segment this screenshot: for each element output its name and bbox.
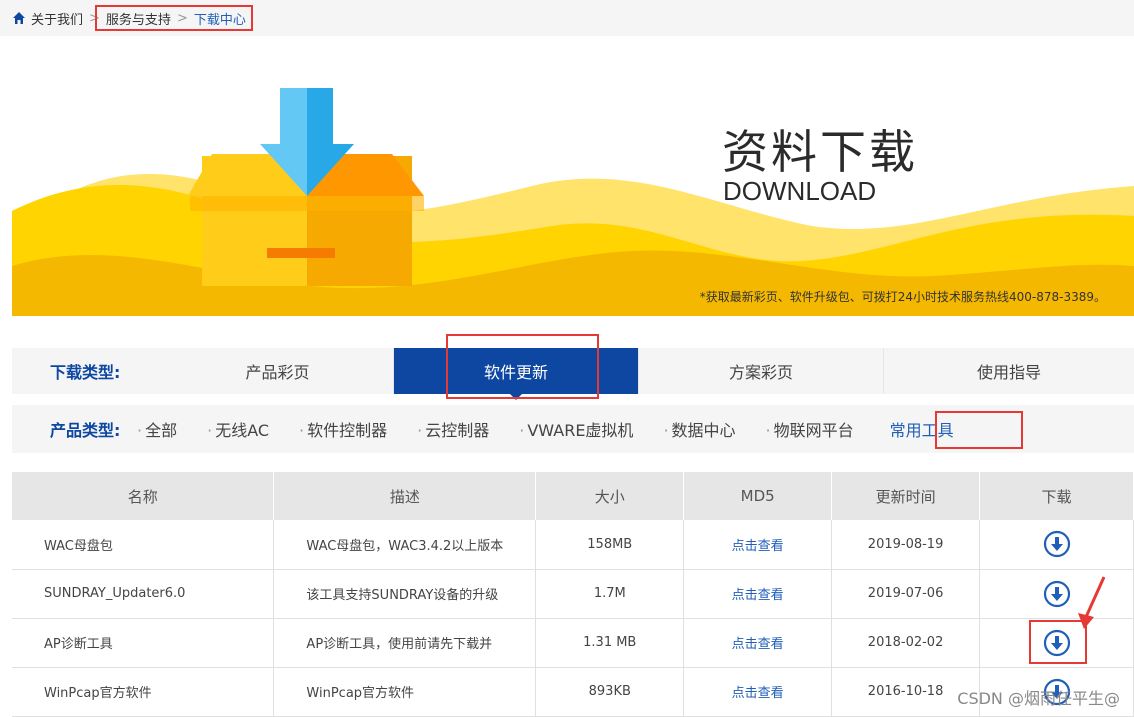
row-name: AP诊断工具 xyxy=(12,618,275,668)
table-row: WAC母盘包 WAC母盘包，WAC3.4.2以上版本 158MB 点击查看 20… xyxy=(12,520,1134,570)
download-type-label: 下载类型: xyxy=(50,363,121,382)
filter-data-center[interactable]: · 数据中心 xyxy=(663,417,735,441)
md5-link[interactable]: 点击查看 xyxy=(683,667,833,717)
highlight-box xyxy=(446,334,599,399)
filter-wireless-ac[interactable]: · 无线AC xyxy=(207,417,269,441)
tab-product-brochure[interactable]: 产品彩页 xyxy=(162,348,394,394)
filter-all[interactable]: · 全部 xyxy=(137,417,177,441)
breadcrumb: 关于我们 > 服务与支持 > 下载中心 xyxy=(0,0,1134,36)
highlight-box xyxy=(95,5,253,31)
md5-link[interactable]: 点击查看 xyxy=(683,569,833,619)
table-row: AP诊断工具 AP诊断工具，使用前请先下载并 1.31 MB 点击查看 2018… xyxy=(12,618,1134,668)
product-type-label: 产品类型: xyxy=(50,421,121,440)
download-table: 名称 描述 大小 MD5 更新时间 下载 WAC母盘包 WAC母盘包，WAC3.… xyxy=(12,472,1134,717)
column-header-download: 下载 xyxy=(979,472,1134,520)
tab-user-guide[interactable]: 使用指导 xyxy=(884,348,1134,394)
highlight-box xyxy=(935,411,1023,449)
row-name: WinPcap官方软件 xyxy=(12,667,275,717)
filter-cloud-controller[interactable]: · 云控制器 xyxy=(417,417,489,441)
download-cell xyxy=(979,520,1134,570)
annotation-arrow-icon xyxy=(1078,576,1106,629)
row-desc: AP诊断工具，使用前请先下载并 xyxy=(273,618,537,668)
banner-hotline-note: *获取最新彩页、软件升级包、可拨打24小时技术服务热线400-878-3389。 xyxy=(699,290,1106,304)
download-center-page: 关于我们 > 服务与支持 > 下载中心 资料下载 DOWNLOAD *获取最新彩… xyxy=(0,0,1134,717)
row-desc: WinPcap官方软件 xyxy=(273,667,537,717)
row-size: 893KB xyxy=(535,667,685,717)
download-cell xyxy=(979,569,1134,619)
table-header-row: 名称 描述 大小 MD5 更新时间 下载 xyxy=(12,472,1134,520)
download-icon[interactable] xyxy=(1043,580,1071,608)
row-name: WAC母盘包 xyxy=(12,520,275,570)
banner-subtitle: DOWNLOAD xyxy=(723,176,877,206)
row-desc: WAC母盘包，WAC3.4.2以上版本 xyxy=(273,520,537,570)
row-size: 1.31 MB xyxy=(535,618,685,668)
breadcrumb-about[interactable]: 关于我们 xyxy=(31,9,83,28)
md5-link[interactable]: 点击查看 xyxy=(683,520,833,570)
column-header-date[interactable]: 更新时间 xyxy=(831,472,981,520)
watermark: CSDN @烟雨任平生@ xyxy=(957,689,1120,708)
row-desc: 该工具支持SUNDRAY设备的升级 xyxy=(273,569,537,619)
row-size: 1.7M xyxy=(535,569,685,619)
filter-iot-platform[interactable]: · 物联网平台 xyxy=(766,417,854,441)
row-date: 2019-07-06 xyxy=(831,569,981,619)
row-date: 2018-02-02 xyxy=(831,618,981,668)
column-header-md5[interactable]: MD5 xyxy=(683,472,833,520)
column-header-size[interactable]: 大小 xyxy=(535,472,685,520)
filter-vware-vm[interactable]: · VWARE虚拟机 xyxy=(519,417,633,441)
column-header-desc[interactable]: 描述 xyxy=(273,472,537,520)
filter-software-controller[interactable]: · 软件控制器 xyxy=(299,417,387,441)
column-header-name[interactable]: 名称 xyxy=(12,472,275,520)
banner-title: 资料下载 xyxy=(722,125,918,179)
md5-link[interactable]: 点击查看 xyxy=(683,618,833,668)
banner-illustration xyxy=(12,88,1134,316)
row-size: 158MB xyxy=(535,520,685,570)
row-date: 2019-08-19 xyxy=(831,520,981,570)
home-icon[interactable] xyxy=(12,11,26,25)
download-banner: 资料下载 DOWNLOAD *获取最新彩页、软件升级包、可拨打24小时技术服务热… xyxy=(12,36,1134,316)
download-icon[interactable] xyxy=(1043,530,1071,558)
tab-solution-brochure[interactable]: 方案彩页 xyxy=(639,348,884,394)
row-name: SUNDRAY_Updater6.0 xyxy=(12,569,275,619)
table-row: SUNDRAY_Updater6.0 该工具支持SUNDRAY设备的升级 1.7… xyxy=(12,569,1134,619)
